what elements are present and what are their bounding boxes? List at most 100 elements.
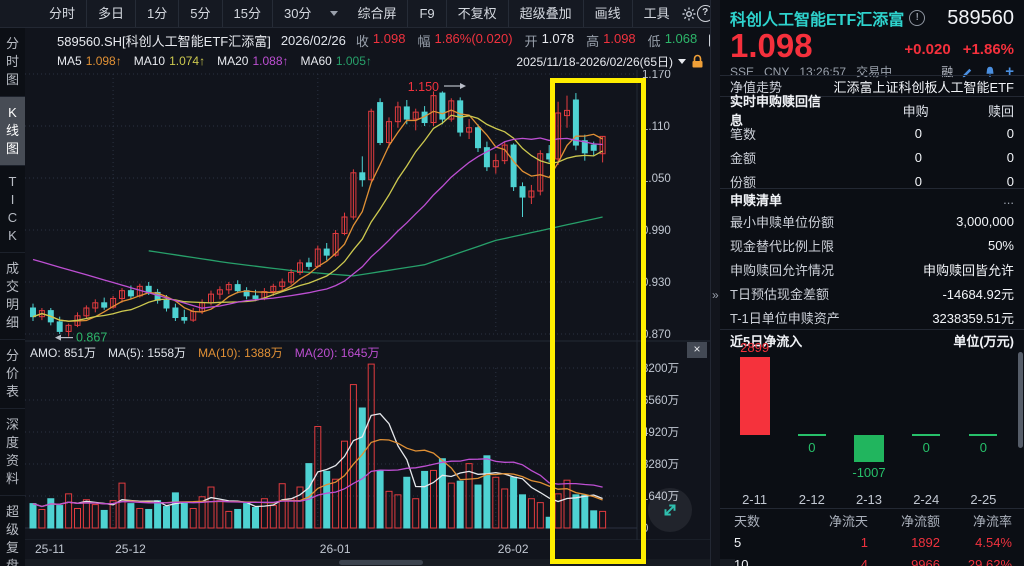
sidebar-item-TICK[interactable]: TICK	[0, 166, 25, 253]
realtime-rows: 笔数00金额00份额00	[720, 121, 1024, 193]
field-value: 1.86%(0.020)	[434, 31, 512, 50]
symbol-label[interactable]: 589560.SH[科创人工智能ETF汇添富]	[57, 31, 271, 50]
sidebar-item-超级复盘[interactable]: 超级复盘	[0, 496, 25, 566]
flow-value-label: -1007	[840, 465, 897, 480]
flow-unit: 单位(万元)	[953, 331, 1014, 350]
date-range-label: 2025/11/18-2026/02/26(65日)	[516, 53, 673, 70]
ma-label: MA20	[217, 54, 248, 68]
svg-text:1.110: 1.110	[642, 121, 670, 133]
cell: 0	[812, 150, 922, 165]
field-label: 高	[586, 31, 599, 50]
flow-bar-rect	[854, 435, 884, 462]
x-axis-label-26-01: 26-01	[320, 542, 351, 556]
flow-value-label: 0	[898, 440, 955, 455]
flow-value-label: 0	[955, 440, 1012, 455]
redeem-col-header: 赎回	[929, 101, 1014, 120]
list-row-T日预估现金差额: T日预估现金差额-14684.92元	[720, 281, 1024, 305]
chevron-down-icon	[330, 11, 338, 16]
settings-gear-icon[interactable]	[681, 0, 697, 27]
cell: 笔数	[730, 124, 756, 143]
period-tab-1分[interactable]: 1分	[136, 0, 179, 27]
x-axis-labels: 25-1125-1226-0126-02	[25, 541, 710, 558]
panel-divider[interactable]: »	[710, 0, 720, 566]
last-price: 1.098	[730, 28, 813, 64]
svg-text:0.990: 0.990	[642, 225, 671, 237]
sidebar-item-深度资料[interactable]: 深度资料	[0, 409, 25, 496]
flow-bar-2-24: 0	[898, 350, 955, 490]
field-value: 1.078	[542, 31, 575, 50]
svg-text:0: 0	[642, 523, 648, 535]
sidebar-item-成交明细[interactable]: 成交明细	[0, 253, 25, 340]
cell: 申购赎回允许情况	[730, 260, 834, 279]
svg-text:1.150: 1.150	[408, 80, 439, 94]
info-icon[interactable]: !	[909, 10, 925, 26]
tool-button-综合屏[interactable]: 综合屏	[346, 0, 408, 27]
price-change-pct: +1.86%	[963, 41, 1014, 58]
field-label: 开	[525, 31, 538, 50]
tool-button-画线[interactable]: 画线	[584, 0, 633, 27]
cell: 金额	[730, 148, 756, 167]
cell: 申购赎回皆允许	[923, 260, 1014, 279]
period-dropdown-caret[interactable]	[322, 11, 346, 16]
sidebar-item-K线图[interactable]: K线图	[0, 97, 25, 166]
cell: 3238359.51元	[932, 308, 1014, 327]
table-row[interactable]: 5118924.54%	[720, 531, 1024, 553]
sidebar-item-分时图[interactable]: 分时图	[0, 28, 25, 97]
period-tab-30分[interactable]: 30分	[273, 0, 322, 27]
flow-zero-dash	[912, 434, 940, 436]
x-axis-label-25-12: 25-12	[115, 542, 146, 556]
expand-chart-button[interactable]	[648, 488, 692, 532]
range-dropdown-caret[interactable]	[678, 59, 686, 64]
tool-button-工具[interactable]: 工具	[633, 0, 681, 27]
quote-panel: 科创人工智能ETF汇添富 ! 589560 1.098 +0.020 +1.86…	[720, 0, 1024, 566]
cell: -14684.92元	[942, 284, 1014, 303]
list-section-header[interactable]: 申赎清单 ...	[720, 188, 1024, 209]
svg-text:0.870: 0.870	[642, 329, 671, 341]
period-tab-5分[interactable]: 5分	[179, 0, 222, 27]
scrollbar-thumb[interactable]	[339, 560, 423, 565]
cell: 0	[922, 126, 1014, 141]
period-tab-多日[interactable]: 多日	[87, 0, 136, 27]
nav-value: 汇添富上证科创板人工智能ETF	[833, 77, 1014, 96]
x-axis-label-26-02: 26-02	[498, 542, 529, 556]
candlestick-chart-canvas[interactable]: 1.1701.1101.0500.9900.9300.8708200万6560万…	[25, 70, 710, 540]
cell: 现金替代比例上限	[730, 236, 834, 255]
tool-button-F9[interactable]: F9	[408, 0, 446, 27]
list-row-最小申赎单位份额: 最小申赎单位份额3,000,000	[720, 209, 1024, 233]
flow-date-label: 2-11	[726, 492, 783, 507]
period-tab-分时[interactable]: 分时	[38, 0, 87, 27]
tool-button-超级叠加[interactable]: 超级叠加	[509, 0, 584, 27]
ma-item-MA60: MA601.005↑	[301, 54, 372, 68]
vertical-scrollbar-thumb[interactable]	[1018, 352, 1023, 448]
field-label: 幅	[417, 31, 430, 50]
ma-label: MA60	[301, 54, 332, 68]
field-value: 1.098	[603, 31, 636, 50]
cell: 0	[812, 174, 922, 189]
trade-date: 2026/02/26	[281, 33, 346, 48]
more-ellipsis[interactable]: ...	[1003, 192, 1014, 207]
ohlc-fields: 收1.098幅1.86%(0.020)开1.078高1.098低1.068	[356, 31, 697, 50]
period-tab-15分[interactable]: 15分	[223, 0, 273, 27]
expand-arrows-icon	[655, 495, 685, 525]
sidebar-item-分价表[interactable]: 分价表	[0, 340, 25, 409]
horizontal-scrollbar[interactable]	[25, 559, 735, 566]
field-开: 开1.078	[525, 31, 575, 50]
svg-text:1.050: 1.050	[642, 173, 671, 185]
tool-button-不复权[interactable]: 不复权	[447, 0, 509, 27]
close-indicator-button[interactable]: ×	[687, 342, 707, 358]
tool-button-group: 综合屏F9不复权超级叠加画线工具	[346, 0, 680, 27]
kline-chart-region[interactable]: 1.1701.1101.0500.9900.9300.8708200万6560万…	[25, 70, 710, 566]
column-header: 净流额	[868, 511, 940, 530]
fund-list-rows: 最小申赎单位份额3,000,000现金替代比例上限50%申购赎回允许情况申购赎回…	[720, 209, 1024, 329]
cell: 1892	[868, 535, 940, 550]
flow-bar-2-11: 2899	[726, 350, 783, 490]
flow-bar-2-13: -1007	[840, 350, 897, 490]
flow-bar-2-25: 0	[955, 350, 1012, 490]
table-row[interactable]: 104996629.62%	[720, 553, 1024, 566]
collapse-panel-chevron[interactable]: »	[712, 288, 719, 302]
cell: 1	[796, 535, 868, 550]
ma-item-MA5: MA51.098↑	[57, 54, 122, 68]
field-收: 收1.098	[356, 31, 406, 50]
cell: 10	[732, 557, 796, 566]
lock-icon[interactable]	[691, 54, 704, 69]
